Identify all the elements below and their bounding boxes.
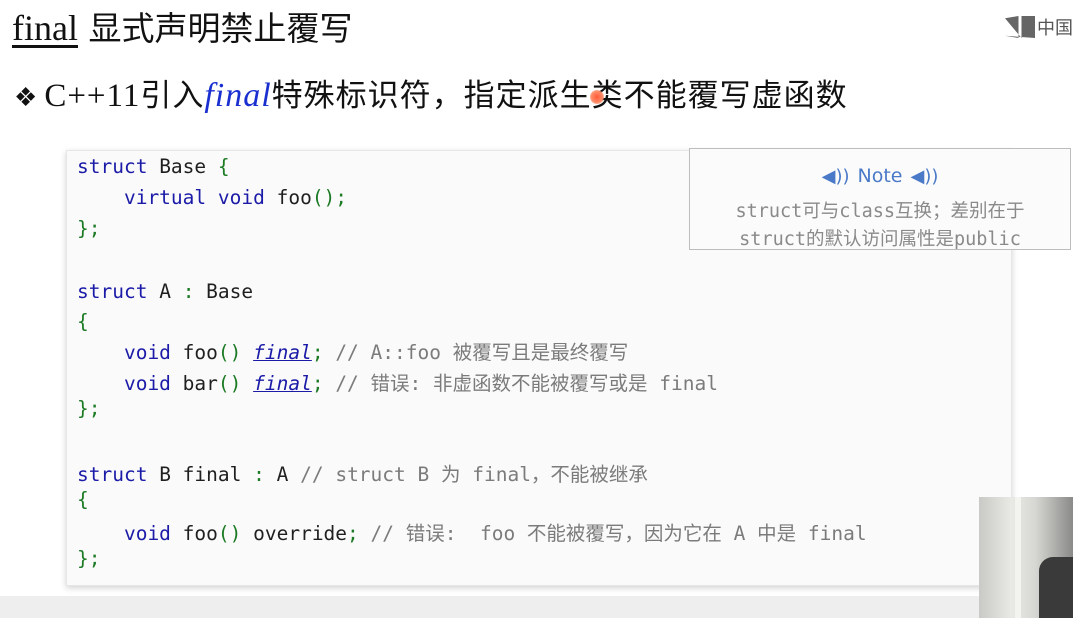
code-line: struct B final : A // struct B 为 final，不… xyxy=(77,463,648,486)
webcam-overlay xyxy=(979,497,1073,618)
code-line: }; xyxy=(77,547,101,570)
speaker-icon: ◀)) xyxy=(910,166,939,187)
logo-mark-icon xyxy=(1005,16,1035,38)
code-line: }; xyxy=(77,397,101,420)
bullet-diamond-icon: ❖ xyxy=(14,83,39,113)
code-line: struct Base { xyxy=(77,155,230,178)
code-line: virtual void foo(); xyxy=(77,186,348,209)
laser-pointer xyxy=(590,90,604,104)
note-header: ◀)) Note ◀)) xyxy=(690,165,1070,187)
background-pole xyxy=(1015,497,1021,618)
code-line: }; xyxy=(77,217,101,240)
note-title: Note xyxy=(857,165,903,187)
bullet-prefix: C++11 xyxy=(44,78,141,114)
speaker-icon: ◀)) xyxy=(821,166,850,187)
title-keyword: final xyxy=(12,8,78,48)
bullet-keyword: final xyxy=(204,77,272,114)
bullet-mid: 引入 xyxy=(140,78,205,114)
code-line: { xyxy=(77,310,89,333)
code-line: void bar() final; // 错误: 非虚函数不能被覆写或是 fin… xyxy=(77,372,718,395)
bullet-point: ❖ C++11引入final特殊标识符，指定派生类不能覆写虚函数 xyxy=(14,70,848,115)
slide-title: final 显式声明禁止覆写 xyxy=(12,2,352,50)
code-line: struct A : Base xyxy=(77,280,254,303)
presenter-figure xyxy=(1039,557,1073,618)
logo: 中国 xyxy=(1005,14,1073,40)
title-text: 显式声明禁止覆写 xyxy=(77,9,353,48)
note-line-2: struct的默认访问属性是public xyxy=(739,229,1021,250)
bullet-suffix: 特殊标识符，指定派生类不能覆写虚函数 xyxy=(271,78,848,114)
logo-text: 中国 xyxy=(1037,18,1073,39)
code-line: void foo() final; // A::foo 被覆写且是最终覆写 xyxy=(77,341,629,364)
code-line: void foo() override; // 错误: foo 不能被覆写，因为… xyxy=(77,522,867,545)
bottom-band xyxy=(0,596,980,618)
code-line: { xyxy=(77,488,89,511)
note-box: ◀)) Note ◀)) struct可与class互换；差别在于 struct的默… xyxy=(689,148,1071,250)
note-line-1: struct可与class互换；差别在于 xyxy=(735,201,1025,222)
